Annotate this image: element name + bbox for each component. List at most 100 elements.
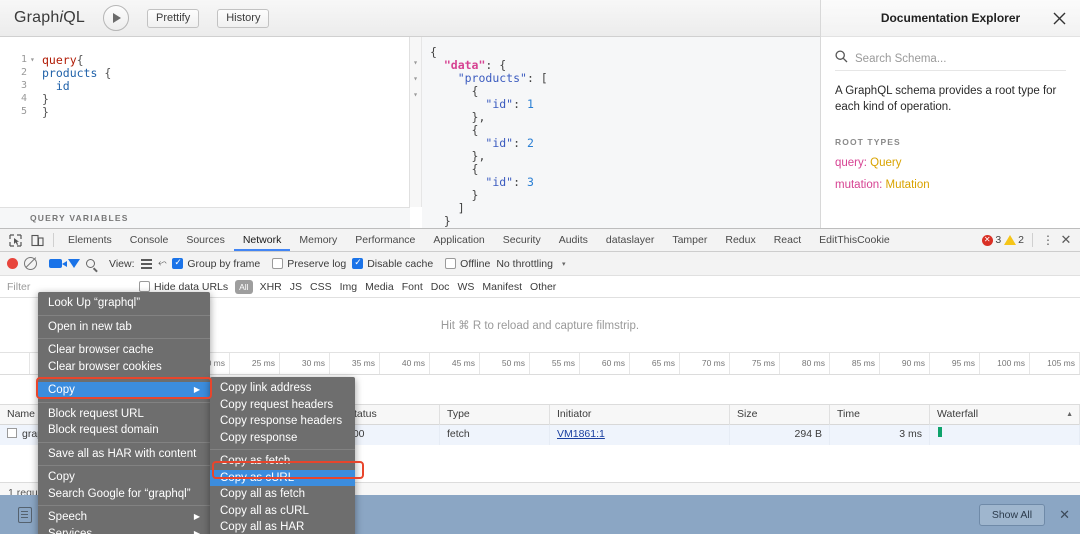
search-icon[interactable]	[86, 259, 95, 268]
menu-item[interactable]: Search Google for “graphql”	[38, 486, 210, 503]
docs-title: Documentation Explorer	[880, 11, 1021, 25]
execute-query-button[interactable]	[102, 5, 129, 31]
column-header-waterfall[interactable]: Waterfall ▲	[930, 404, 1080, 425]
console-drawer-icon[interactable]	[18, 506, 32, 523]
menu-item-label: Copy as fetch	[220, 455, 291, 467]
error-badge[interactable]: 3	[982, 233, 1001, 246]
context-submenu[interactable]: Copy link address Copy request headers Cop…	[210, 377, 355, 534]
tab-elements[interactable]: Elements	[59, 229, 121, 251]
drawer-close-icon[interactable]: ✕	[1059, 507, 1070, 523]
menu-item[interactable]: Copy as fetch	[210, 453, 355, 470]
menu-item[interactable]: Copy response headers	[210, 413, 355, 430]
tab-security[interactable]: Security	[494, 229, 550, 251]
filter-type-media[interactable]: Media	[365, 281, 394, 293]
root-type-value[interactable]: Mutation	[886, 179, 930, 191]
tab-editthiscookie[interactable]: EditThisCookie	[810, 229, 899, 251]
query-variables-bar[interactable]: QUERY VARIABLES	[0, 207, 410, 228]
column-header-time[interactable]: Time	[830, 404, 930, 425]
tab-tamper[interactable]: Tamper	[663, 229, 716, 251]
row-checkbox[interactable]	[7, 428, 17, 438]
hide-data-urls-option[interactable]: Hide data URLs	[139, 281, 228, 293]
menu-item[interactable]: Speech ▶	[38, 509, 210, 526]
column-header-status[interactable]: Status	[340, 404, 440, 425]
filter-type-xhr[interactable]: XHR	[260, 281, 282, 293]
filter-type-font[interactable]: Font	[402, 281, 423, 293]
filter-type-manifest[interactable]: Manifest	[482, 281, 522, 293]
tab-audits[interactable]: Audits	[550, 229, 597, 251]
close-icon[interactable]	[1051, 10, 1068, 27]
menu-item[interactable]: Block request URL	[38, 406, 210, 423]
menu-item[interactable]: Copy ▶	[38, 382, 210, 399]
waterfall-view-icon[interactable]: ⤳	[158, 257, 167, 270]
menu-item[interactable]: Copy link address	[210, 380, 355, 397]
filter-type-css[interactable]: CSS	[310, 281, 332, 293]
menu-item[interactable]: Copy all as fetch	[210, 486, 355, 503]
fold-toggle-icon[interactable]: ▾	[30, 55, 38, 64]
menu-item[interactable]: Services ▶	[38, 526, 210, 534]
menu-item[interactable]: Copy response	[210, 430, 355, 447]
offline-option[interactable]: Offline	[445, 258, 490, 270]
tab-sources[interactable]: Sources	[177, 229, 234, 251]
inspect-element-icon[interactable]	[4, 230, 26, 250]
tab-console[interactable]: Console	[121, 229, 178, 251]
history-button[interactable]: History	[217, 8, 270, 28]
filter-type-all[interactable]: All	[235, 279, 253, 294]
menu-item[interactable]: Clear browser cookies	[38, 359, 210, 376]
column-header-initiator[interactable]: Initiator	[550, 404, 730, 425]
docs-root-type-1[interactable]: mutation: Mutation	[835, 179, 1066, 191]
filter-input[interactable]	[7, 280, 132, 293]
warning-badge[interactable]: 2	[1004, 234, 1024, 246]
menu-item[interactable]: Save all as HAR with content	[38, 446, 210, 463]
menu-item[interactable]: Copy all as HAR	[210, 519, 355, 534]
filter-type-img[interactable]: Img	[340, 281, 358, 293]
filter-type-js[interactable]: JS	[290, 281, 302, 293]
capture-screenshots-icon[interactable]	[49, 259, 67, 268]
context-menu[interactable]: Look Up “graphql” Open in new tab Clear br…	[38, 292, 210, 534]
query-editor[interactable]: 1 ▾ query{2 products {3 id 4} 5}	[0, 37, 410, 207]
toggle-device-toolbar-icon[interactable]	[26, 230, 48, 250]
tab-application[interactable]: Application	[424, 229, 493, 251]
prettify-button[interactable]: Prettify	[146, 8, 200, 28]
menu-item-label: Copy response	[220, 431, 298, 444]
search-schema-input[interactable]	[855, 52, 1045, 65]
list-view-icon[interactable]	[140, 258, 152, 269]
tab-dataslayer[interactable]: dataslayer	[597, 229, 663, 251]
menu-item[interactable]: Open in new tab	[38, 319, 210, 336]
group-by-frame-option[interactable]: Group by frame	[172, 257, 260, 270]
show-all-button[interactable]: Show All	[978, 503, 1046, 526]
filter-type-other[interactable]: Other	[530, 281, 556, 293]
filter-type-ws[interactable]: WS	[457, 281, 474, 293]
root-type-value[interactable]: Query	[870, 157, 901, 169]
menu-item[interactable]: Look Up “graphql”	[38, 295, 210, 312]
devtools-close-icon[interactable]: ✕	[1058, 232, 1074, 248]
docs-root-type-0[interactable]: query: Query	[835, 157, 1066, 169]
disable-cache-checkbox[interactable]	[352, 257, 364, 269]
menu-item[interactable]: Clear browser cache	[38, 342, 210, 359]
menu-item[interactable]: Copy request headers	[210, 397, 355, 414]
more-options-icon[interactable]: ⋮	[1041, 233, 1055, 247]
disable-cache-option[interactable]: Disable cache	[352, 257, 433, 270]
tab-react[interactable]: React	[765, 229, 810, 251]
group-by-frame-checkbox[interactable]	[172, 257, 184, 269]
tab-memory[interactable]: Memory	[290, 229, 346, 251]
column-header-type[interactable]: Type	[440, 404, 550, 425]
menu-item[interactable]: Copy	[38, 469, 210, 486]
menu-item[interactable]: Block request domain	[38, 422, 210, 439]
tab-performance[interactable]: Performance	[346, 229, 424, 251]
column-header-size[interactable]: Size	[730, 404, 830, 425]
clear-icon[interactable]	[24, 257, 37, 270]
record-button-icon[interactable]	[7, 258, 18, 269]
throttling-select[interactable]: No throttling ▾	[496, 258, 565, 270]
offline-checkbox[interactable]	[445, 258, 457, 269]
tab-network[interactable]: Network	[233, 229, 291, 251]
menu-item[interactable]: Copy as cURL	[210, 469, 355, 486]
preserve-log-checkbox[interactable]	[272, 258, 284, 269]
preserve-log-option[interactable]: Preserve log	[272, 258, 346, 270]
initiator-link[interactable]: VM1861:1	[557, 428, 605, 440]
filter-type-doc[interactable]: Doc	[431, 281, 450, 293]
tab-redux[interactable]: Redux	[716, 229, 764, 251]
menu-item[interactable]: Copy all as cURL	[210, 503, 355, 520]
filter-icon[interactable]	[68, 259, 80, 268]
hide-data-urls-checkbox[interactable]	[139, 281, 150, 292]
cell-waterfall	[930, 425, 1080, 445]
